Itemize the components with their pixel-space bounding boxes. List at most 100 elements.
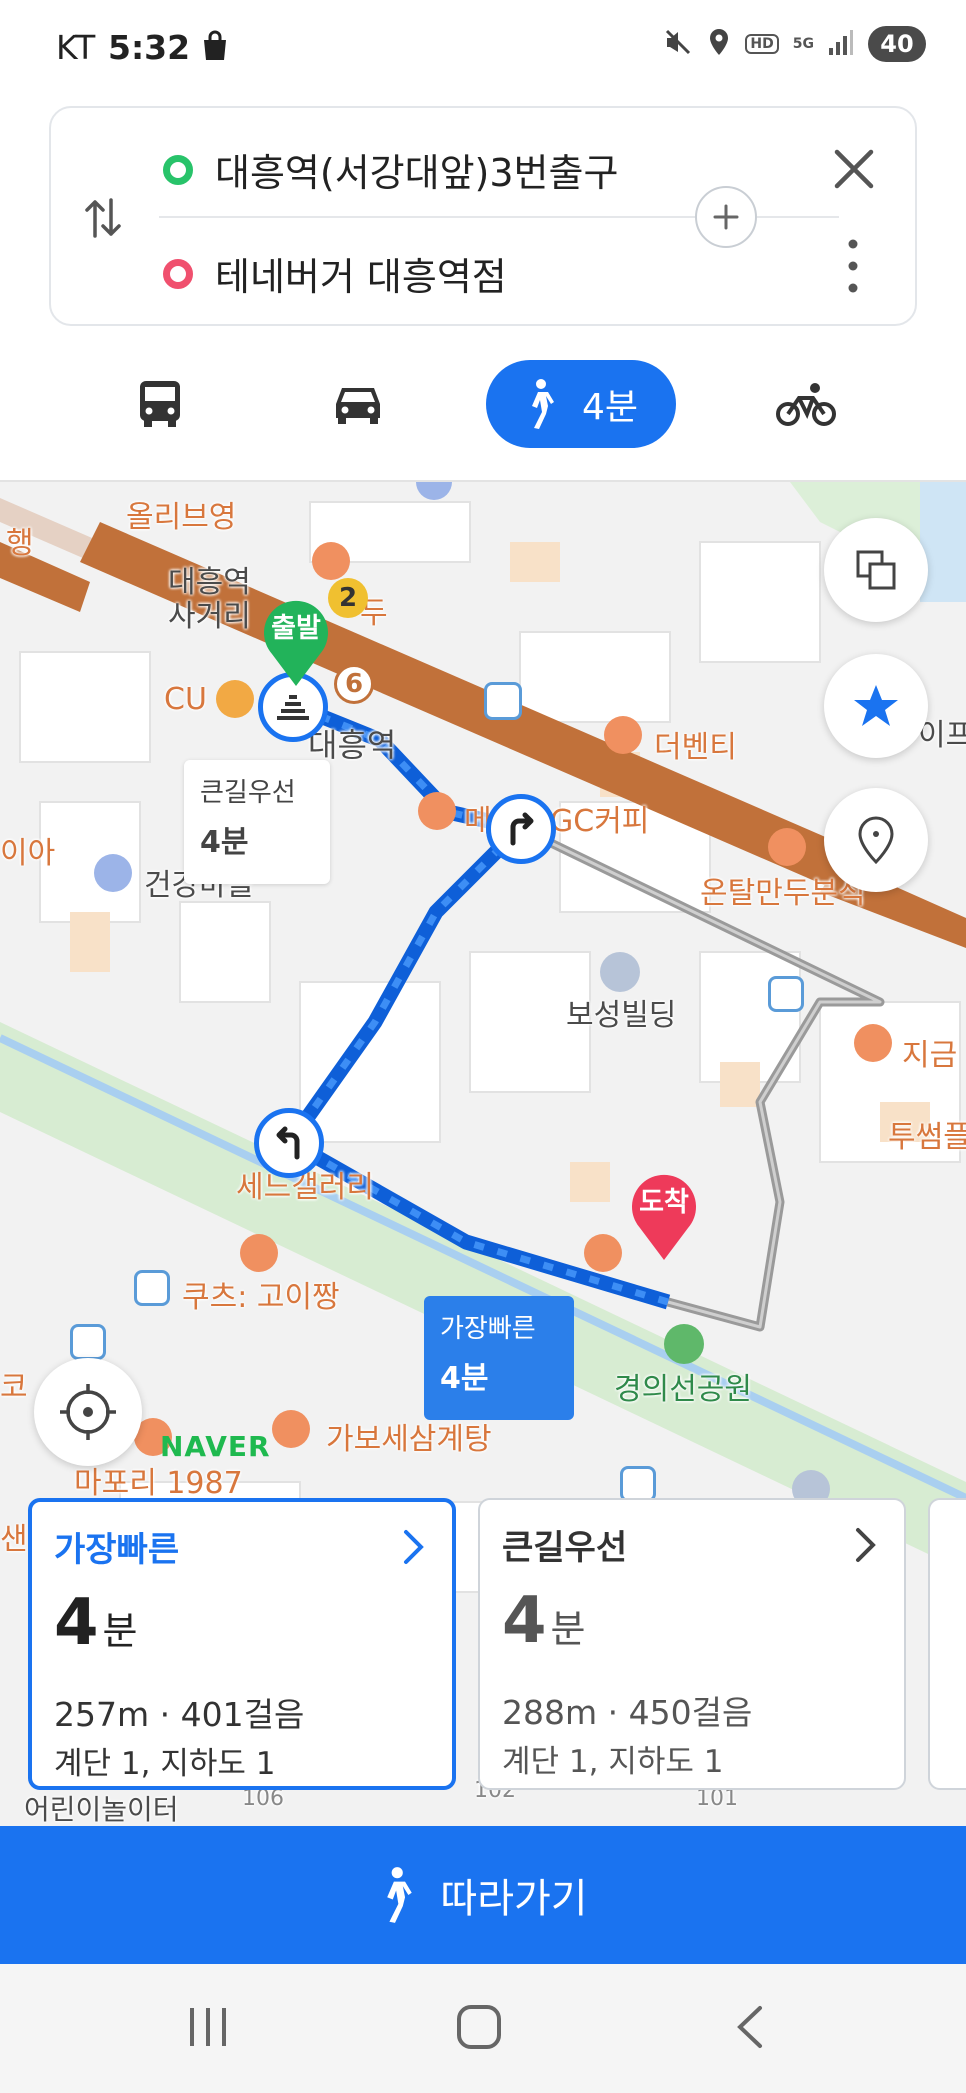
pizza-icon[interactable] [584,1234,622,1272]
building-icon[interactable] [600,952,640,992]
shopping-bag-icon [200,30,230,66]
poi-gabo[interactable]: 가보세삼계탕 [326,1414,492,1458]
route-bubble-main-road[interactable]: 큰길우선 4분 [184,760,330,884]
hd-voice-icon: HD [745,34,779,54]
car-icon [336,388,380,424]
card-distance-steps: 257m · 401걸음 [54,1695,305,1734]
poi-ia[interactable]: 이아 [0,828,55,872]
bus-stop-icon[interactable] [484,682,522,720]
poi-kuch[interactable]: 쿠츠: 고이짱 [182,1272,340,1316]
card-obstacles: 계단 1, 지하도 1 [502,1744,724,1780]
status-bar: KT 5:32 HD 5G 40 [0,0,966,100]
poi-tusseom[interactable]: 투썸플 [888,1112,966,1156]
destination-dot-icon [163,258,193,289]
tab-car[interactable] [318,360,398,448]
park-icon[interactable] [664,1324,704,1364]
spa-icon[interactable] [94,854,132,892]
follow-button-label: 따라가기 [440,1876,588,1922]
start-pin[interactable]: 출발 [256,592,336,688]
end-pin-label: 도착 [639,1187,689,1218]
clock: 5:32 [108,28,191,67]
recent-apps-icon[interactable] [186,2004,230,2054]
restaurant-icon-2[interactable] [768,828,806,866]
cafe-icon-2[interactable] [418,792,456,830]
poi-jigeum[interactable]: 지금 [902,1030,957,1074]
turn-left-marker[interactable] [254,1108,324,1178]
route-card-main-road[interactable]: 큰길우선 4 분 288m · 450걸음 계단 1, 지하도 1 [478,1498,906,1790]
origin-dot-icon [163,154,193,185]
map-pin-icon [858,816,894,864]
poi-the-venti[interactable]: 더벤티 [654,722,737,766]
bicycle-icon [776,383,836,426]
my-location-button[interactable] [34,1358,142,1466]
card-duration: 4 분 [54,1586,138,1660]
poi-daeheung-sageori[interactable]: 대흥역 사거리 [168,566,251,634]
layers-icon [856,550,896,590]
home-icon[interactable] [456,2004,502,2054]
exit-6-badge[interactable]: 6 [334,664,374,704]
poi-playground[interactable]: 어린이놀이터 [24,1788,179,1826]
poi-boseong-building[interactable]: 보성빌딩 [566,990,676,1034]
poi-ko[interactable]: 코 [0,1362,28,1406]
card-title: 큰길우선 [502,1528,628,1568]
mute-icon [663,27,693,61]
restaurant-icon-4[interactable] [240,1234,278,1272]
turn-left-icon [276,1126,300,1160]
duration-number: 4 [54,1586,99,1660]
bus-stop-icon-4[interactable] [70,1324,106,1360]
route-card-fastest[interactable]: 가장빠른 4 분 257m · 401걸음 계단 1, 지하도 1 [28,1498,456,1790]
swap-icon[interactable] [83,196,123,244]
walk-duration-label: 4분 [581,387,639,428]
bubble-value: 4분 [200,825,249,860]
start-pin-label: 출발 [271,613,321,644]
back-icon[interactable] [732,2004,766,2054]
card-duration: 4 분 [502,1584,586,1658]
poi-gyeongui-park[interactable]: 경의선공원 [614,1364,752,1408]
convenience-store-icon[interactable] [216,680,254,718]
star-icon [854,685,898,726]
crosshair-icon [60,1384,116,1440]
restaurant-icon[interactable] [312,542,350,580]
destination-field[interactable]: 테네버거 대흥역점 [163,246,507,301]
turn-right-icon [510,812,534,846]
naver-logo: NAVER [160,1430,271,1463]
turn-right-marker[interactable] [486,794,556,864]
more-options-icon[interactable] [841,236,865,300]
close-icon[interactable] [829,144,879,198]
cafe-icon[interactable] [604,716,642,754]
poi-heng[interactable]: 행 [6,518,34,562]
restaurant-icon-3[interactable] [854,1024,892,1062]
bus-stop-icon-3[interactable] [134,1270,170,1306]
follow-button[interactable]: 따라가기 [0,1826,966,1964]
route-bubble-fastest[interactable]: 가장빠른 4분 [424,1296,574,1420]
add-waypoint-button[interactable] [695,186,757,248]
route-card-next-peek[interactable] [928,1498,966,1790]
origin-field[interactable]: 대흥역(서강대앞)3번출구 [163,142,618,197]
destination-text: 테네버거 대흥역점 [215,255,507,299]
duration-unit: 분 [550,1607,586,1651]
route-search-box: 대흥역(서강대앞)3번출구 테네버거 대흥역점 [49,106,917,326]
battery-icon: 40 [868,26,926,62]
system-nav-bar [0,1964,966,2093]
poi-oliveyoung[interactable]: 올리브영 [126,492,236,536]
layers-button[interactable] [824,518,928,622]
tab-walk[interactable]: 4분 [486,360,676,448]
card-obstacles: 계단 1, 지하도 1 [54,1746,276,1782]
tab-transit[interactable] [120,360,200,448]
bus-stop-icon-5[interactable] [620,1466,656,1502]
favorite-button[interactable] [824,654,928,758]
signal-icon [828,28,854,60]
restaurant-icon-5[interactable] [272,1410,310,1448]
transport-mode-tabs: 4분 [0,350,966,460]
poi-sae[interactable]: 샌 [0,1514,28,1558]
poi-gc-coffee[interactable]: GC커피 [550,796,649,840]
duration-number: 4 [502,1584,547,1658]
walking-icon [387,1867,413,1923]
origin-text: 대흥역(서강대앞)3번출구 [215,151,619,195]
end-pin[interactable]: 도착 [624,1166,704,1262]
poi-cu[interactable]: CU [164,682,207,717]
tab-bike[interactable] [766,360,846,448]
bus-stop-icon-2[interactable] [768,976,804,1012]
place-pin-button[interactable] [824,788,928,892]
bubble-value: 4분 [440,1361,489,1396]
